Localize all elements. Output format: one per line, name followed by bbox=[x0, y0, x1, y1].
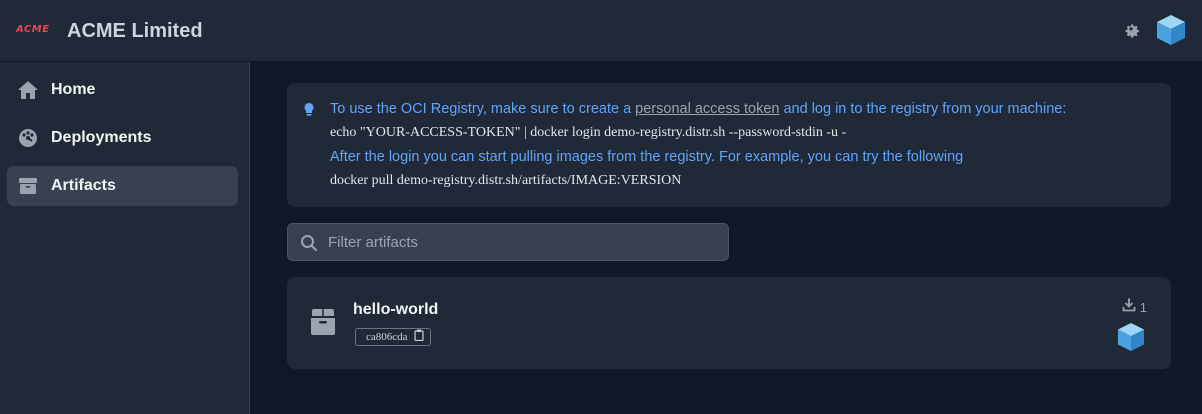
search-icon bbox=[300, 234, 318, 252]
registry-info-panel: To use the OCI Registry, make sure to cr… bbox=[287, 83, 1171, 207]
digest-badge[interactable]: ca806cda bbox=[355, 328, 431, 346]
company-name: ACME Limited bbox=[67, 20, 203, 42]
sidebar-item-deployments[interactable]: Deployments bbox=[7, 118, 238, 158]
search-input[interactable] bbox=[328, 224, 718, 260]
sidebar-item-home[interactable]: Home bbox=[7, 70, 238, 110]
artifact-card[interactable]: hello-world ca806cda 1 bbox=[287, 277, 1171, 369]
filter-artifacts-box bbox=[287, 223, 729, 261]
cube-avatar-icon[interactable] bbox=[1156, 14, 1186, 46]
personal-access-token-link[interactable]: personal access token bbox=[635, 101, 779, 117]
digest-text: ca806cda bbox=[366, 331, 408, 343]
registry-instructions-line: To use the OCI Registry, make sure to cr… bbox=[330, 101, 1066, 117]
pull-command: docker pull demo-registry.distr.sh/artif… bbox=[330, 173, 682, 188]
cube-icon bbox=[1117, 322, 1145, 352]
sidebar-item-label: Home bbox=[51, 81, 96, 98]
instructions-text: and log in to the registry from your mac… bbox=[779, 101, 1067, 117]
sidebar-item-label: Deployments bbox=[51, 129, 152, 146]
login-command: echo "YOUR-ACCESS-TOKEN" | docker login … bbox=[330, 125, 847, 140]
sidebar: Home Deployments Artifacts bbox=[0, 62, 250, 414]
artifact-name[interactable]: hello-world bbox=[353, 301, 438, 319]
sidebar-item-artifacts[interactable]: Artifacts bbox=[7, 166, 238, 206]
copy-icon[interactable] bbox=[413, 328, 424, 346]
deployments-icon bbox=[17, 127, 39, 149]
company-logo[interactable]: ACME bbox=[16, 24, 50, 35]
instructions-text: To use the OCI Registry, make sure to cr… bbox=[330, 101, 636, 117]
download-icon bbox=[1122, 298, 1136, 317]
pull-instructions-text: After the login you can start pulling im… bbox=[330, 149, 964, 165]
top-bar: ACME ACME Limited bbox=[0, 0, 1202, 62]
package-icon bbox=[309, 307, 337, 337]
sidebar-item-label: Artifacts bbox=[51, 177, 116, 194]
home-icon bbox=[17, 79, 39, 101]
lightbulb-icon bbox=[303, 102, 315, 118]
download-count: 1 bbox=[1122, 298, 1147, 317]
download-count-value: 1 bbox=[1139, 300, 1147, 315]
gear-icon[interactable] bbox=[1120, 19, 1143, 42]
package-icon bbox=[17, 175, 39, 197]
